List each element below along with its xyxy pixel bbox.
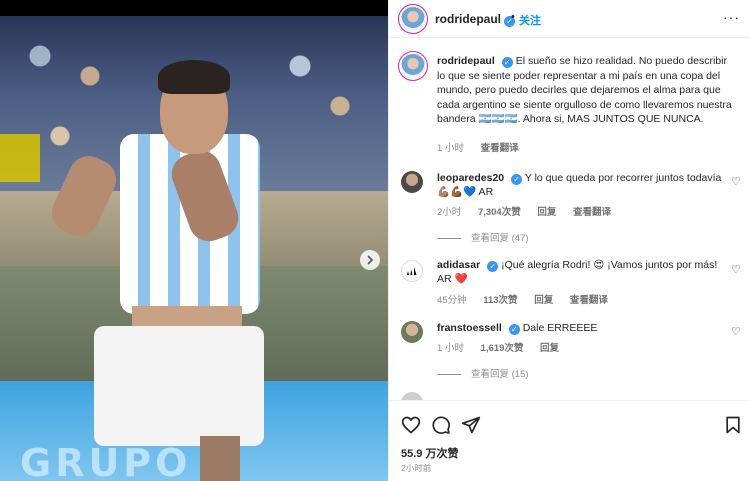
- comment-body: Dale ERREEEE: [522, 322, 598, 334]
- comment-meta: 45分钟 113次赞 回复 查看翻译: [437, 292, 622, 306]
- caption-avatar[interactable]: [401, 54, 425, 78]
- caption-username[interactable]: rodridepaul: [437, 55, 495, 67]
- next-media-button[interactable]: [360, 250, 380, 270]
- player-hair: [158, 60, 230, 94]
- verified-icon: ✓: [511, 174, 523, 185]
- follow-button[interactable]: 关注: [519, 12, 541, 28]
- comment-likes[interactable]: 113次赞: [483, 295, 517, 306]
- comment-item: franstoessell ✓ Dale ERREEEE: [437, 321, 727, 335]
- verified-icon: ✓: [501, 57, 513, 68]
- more-options-icon[interactable]: ···: [723, 9, 740, 25]
- comment-translate-link[interactable]: 查看翻译: [573, 207, 611, 218]
- comment-avatar[interactable]: [401, 321, 423, 343]
- comment-username[interactable]: leoparedes20: [437, 172, 504, 184]
- comment-item: leoparedes20 ✓ Y lo que queda por recorre…: [437, 171, 727, 199]
- comment-likes[interactable]: 1,619次赞: [481, 343, 524, 354]
- comment-avatar[interactable]: [401, 171, 423, 193]
- post-photo: GRUPO: [0, 16, 388, 481]
- heart-icon[interactable]: [401, 415, 421, 435]
- player-leg: [200, 436, 240, 481]
- comment-avatar[interactable]: [401, 392, 423, 400]
- player-shorts: [94, 326, 264, 446]
- comment-translate-link[interactable]: 查看翻译: [570, 295, 608, 306]
- player-figure: [45, 56, 280, 481]
- caption-text: rodridepaul ✓ El sueño se hizo realidad. …: [437, 54, 737, 127]
- comment-meta: 2小时 7,304次赞 回复 查看翻译: [437, 204, 625, 218]
- comment-reply-link[interactable]: 回复: [537, 207, 556, 218]
- verified-icon: ✓: [508, 324, 520, 335]
- view-replies-link[interactable]: 查看回复 (15): [437, 366, 529, 380]
- comment-time: 2小时: [437, 207, 462, 218]
- adidas-logo-icon: [407, 267, 417, 275]
- comment-avatar[interactable]: [401, 260, 423, 282]
- author-username[interactable]: rodridepaul ✓: [435, 12, 516, 27]
- comment-icon[interactable]: [431, 415, 451, 435]
- caption-time: 1 小时: [437, 143, 464, 154]
- separator-dot: •: [511, 11, 515, 23]
- caption-meta: 1 小时 查看翻译: [437, 140, 533, 154]
- comment-item: adidasar ✓ ¡Qué alegría Rodri! 😍 ¡Vamos j…: [437, 258, 727, 286]
- comments-scroll[interactable]: rodridepaul ✓ El sueño se hizo realidad. …: [389, 38, 750, 400]
- yellow-banner: [0, 134, 40, 182]
- comment-username[interactable]: adidasar: [437, 259, 480, 271]
- comment-username[interactable]: franstoessell: [437, 322, 502, 334]
- comment-reply-link[interactable]: 回复: [534, 295, 553, 306]
- chevron-right-icon: [367, 255, 374, 265]
- comment-reply-link[interactable]: 回复: [540, 343, 559, 354]
- bookmark-icon[interactable]: [723, 415, 743, 435]
- replies-line: [437, 373, 461, 375]
- top-bar: [0, 0, 388, 16]
- view-replies-link[interactable]: 查看回复 (47): [437, 230, 529, 244]
- verified-icon: ✓: [487, 261, 499, 272]
- author-avatar[interactable]: [401, 7, 425, 31]
- replies-line: [437, 237, 461, 239]
- comment-time: 1 小时: [437, 343, 464, 354]
- comment-like-icon[interactable]: ♡: [731, 264, 743, 276]
- post-panel: rodridepaul ✓ • 关注 ··· rodridepaul ✓ El su…: [388, 0, 750, 481]
- caption-translate-link[interactable]: 查看翻译: [481, 143, 519, 154]
- send-icon[interactable]: [461, 415, 481, 435]
- post-media[interactable]: GRUPO: [0, 0, 388, 481]
- comment-likes[interactable]: 7,304次赞: [478, 207, 521, 218]
- action-bar: 55.9 万次赞 2小时前: [389, 400, 750, 481]
- post-timestamp: 2小时前: [401, 463, 432, 473]
- post-likes-count[interactable]: 55.9 万次赞: [401, 445, 458, 461]
- comment-like-icon[interactable]: ♡: [731, 326, 743, 338]
- comment-like-icon[interactable]: ♡: [731, 176, 743, 188]
- post-header: rodridepaul ✓ • 关注 ···: [389, 0, 750, 38]
- comment-meta: 1 小时 1,619次赞 回复: [437, 340, 573, 354]
- comment-time: 45分钟: [437, 295, 467, 306]
